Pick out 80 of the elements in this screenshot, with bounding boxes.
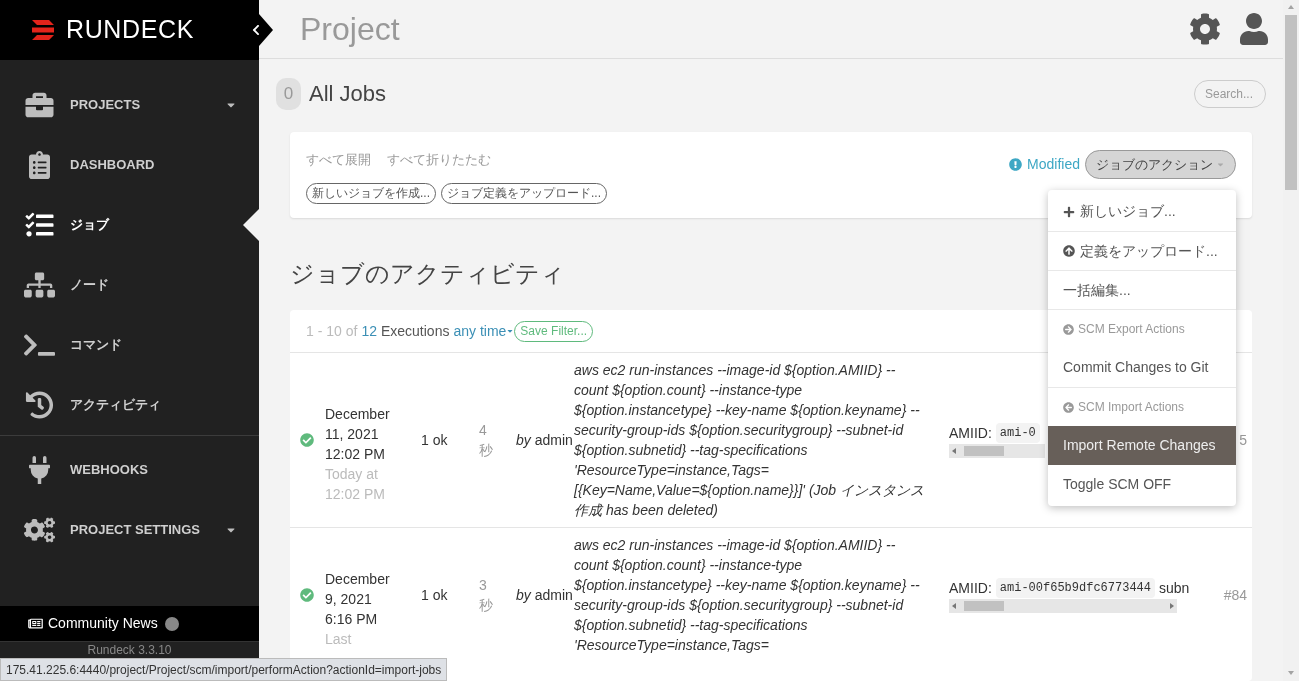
user-text: by admin [516,586,573,605]
duration-text: 3 秒 [479,576,494,615]
success-icon [300,588,314,602]
nav-item[interactable]: アクティビティ [0,375,259,435]
relative-time: Last [325,630,353,649]
version-label: Rundeck 3.3.10 [86,643,173,657]
menu-item[interactable]: 定義をアップロード... [1048,231,1236,270]
upload-icon [1063,245,1075,257]
menu-item[interactable]: 新しいジョブ... [1048,192,1236,231]
brand-name: RUNDECK [66,14,194,46]
arg-text: subn [1159,578,1190,598]
checklist-icon [24,211,55,239]
section-title: All Jobs [309,80,388,108]
unit-text: Executions [380,321,450,341]
activity-title: ジョブのアクティビティ [290,259,565,289]
search-field[interactable]: Search... [1194,79,1266,108]
duration-text: 4 秒 [479,421,494,460]
terminal-icon [24,331,55,359]
caret-icon [1216,160,1225,169]
newspaper-icon [28,617,43,630]
nav-label: コマンド [70,336,123,355]
arg-label: AMIID: [949,423,992,443]
nav-item[interactable]: DASHBOARD [0,135,259,195]
logo-icon [32,20,54,40]
horizontal-scrollbar-icon [949,598,1177,613]
menu-item[interactable]: 一括編集... [1048,270,1236,309]
execution-date: December 9, 2021 6:16 PM [325,570,391,629]
menu-item[interactable]: Toggle SCM OFF [1048,465,1236,504]
result-text: 1 ok [421,586,448,605]
selection-pointer-icon [243,209,259,241]
success-icon [300,433,314,447]
actions-button[interactable]: ジョブのアクション [1085,150,1236,179]
plus-icon [1063,205,1075,218]
chevron-left-icon [251,24,261,36]
nav-label: ジョブ [70,216,111,235]
menu-item[interactable]: Commit Changes to Git [1048,348,1236,387]
nav-label: アクティビティ [70,396,162,415]
page-title: Project [300,10,401,49]
nav-label: ノード [70,276,110,295]
status-bar: 175.41.225.6:4440/project/Project/scm/import/performAction?actionId=import-jobs [0,658,448,681]
nav-item[interactable]: PROJECTS [0,75,259,135]
arrow-right-icon [1063,323,1074,335]
nav-label: WEBHOOKS [70,461,149,480]
total-count: 12 [361,321,377,341]
user-icon[interactable] [1239,13,1269,45]
nav-label: DASHBOARD [70,156,156,175]
execution-number: 5 [1239,431,1247,450]
nav-label: PROJECTS [70,96,142,115]
news-bar[interactable]: Community News [0,606,259,642]
nav-item[interactable]: PROJECT SETTINGS [0,500,259,560]
menu-item[interactable]: Import Remote Changes [1048,426,1236,465]
nav-label: PROJECT SETTINGS [70,521,202,540]
history-icon [24,391,55,419]
range-text: 1 - 10 of [306,321,358,341]
nav-item[interactable]: ノード [0,255,259,315]
time-filter-link[interactable]: any time [453,320,515,342]
execution-date: December 11, 2021 12:02 PM [325,405,391,464]
arg-label: AMIID: [949,578,992,598]
nav-item[interactable]: コマンド [0,315,259,375]
briefcase-icon [24,91,55,119]
result-text: 1 ok [421,431,448,450]
settings-icon[interactable] [1189,13,1221,45]
hierarchy-icon [24,271,55,299]
info-icon [1009,158,1023,171]
execution-number: #84 [1223,586,1247,605]
user-text: by admin [516,431,573,450]
news-label: Community News [48,614,158,633]
arg-value: ami-0 [995,422,1040,443]
count-badge: 0 [276,77,301,110]
horizontal-scrollbar-icon [949,443,1045,458]
nav-item[interactable]: WEBHOOKS [0,440,259,500]
gears-icon [24,516,55,544]
relative-time: Today at 12:02 PM [325,465,386,504]
command-text: aws ec2 run-instances --image-id ${option.AMIID} --count ${option.count} --instance-type ${option.instancetype} --key-name ${option.keyname} --security-group-ids ${option.securitygroup} --subnet-id ${option.subnetid} --tag-specifications 'ResourceType=instance,Tags= [574,536,921,655]
command-text: aws ec2 run-instances --image-id ${option.AMIID} --count ${option.count} --instance-type ${option.instancetype} --key-name ${option.keyname} --security-group-ids ${option.securitygroup} --subnet-id ${option.subnetid} --tag-specifications 'ResourceType=instance,Tags=[{Key=Name,Value=${option.name}}]' (Job インスタンス作成 has been deleted) [574,361,925,520]
caret-icon [506,327,515,335]
nav-item[interactable]: ジョブ [0,195,259,255]
arrow-left-icon [1063,401,1074,413]
arg-value: ami-00f65b9dfc6773444 [995,577,1155,598]
menu-header: SCM Export Actions [1048,309,1236,348]
